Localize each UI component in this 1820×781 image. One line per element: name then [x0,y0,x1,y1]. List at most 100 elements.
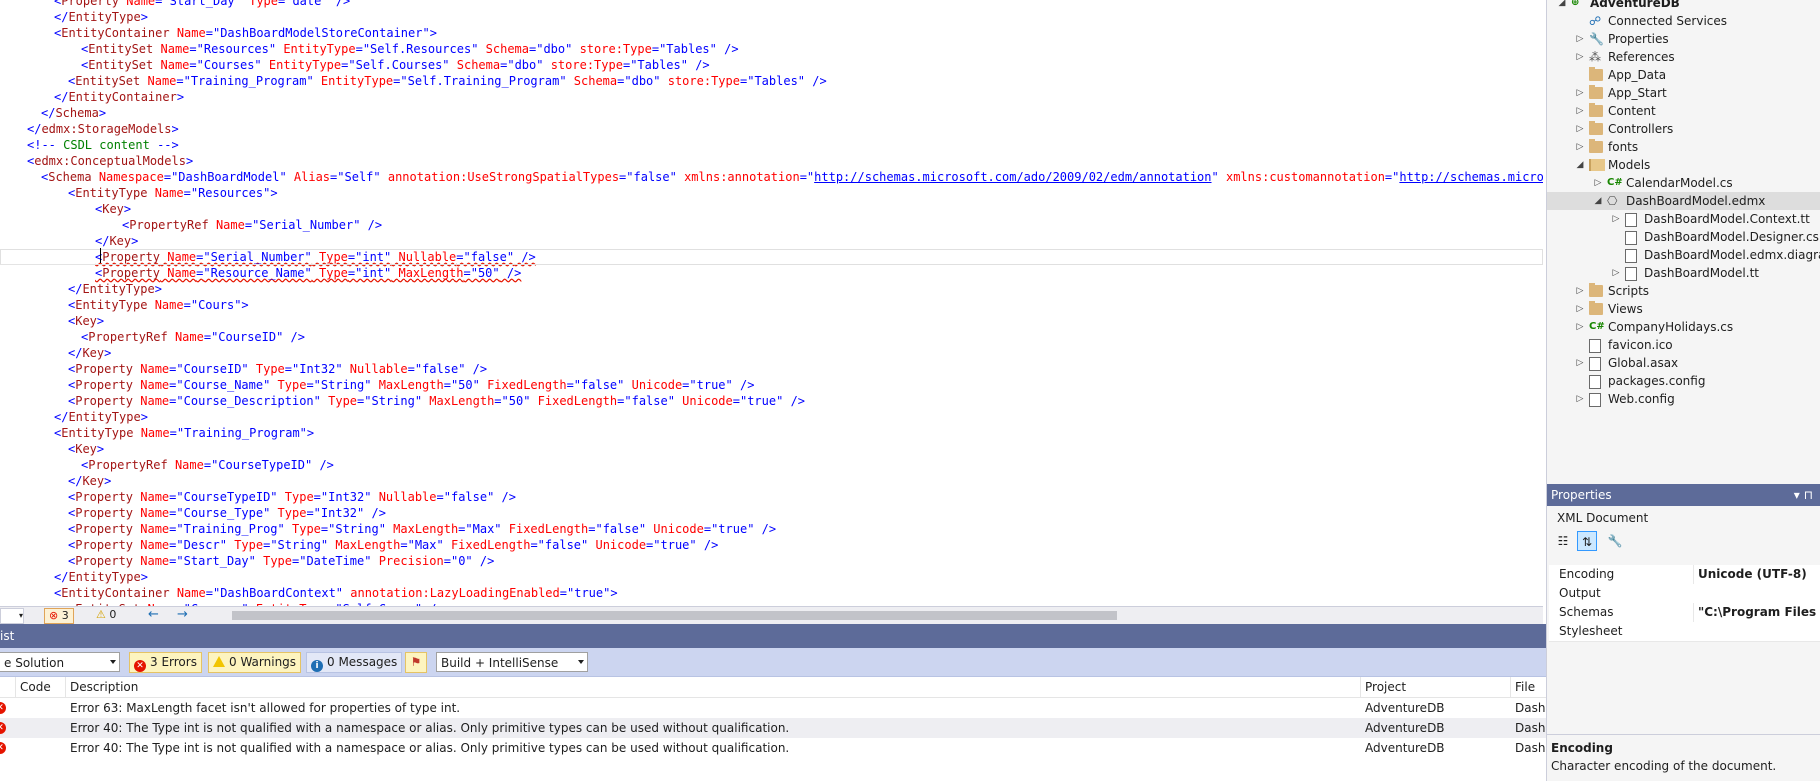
pin-icon[interactable]: ▾ ⊓ [1794,484,1813,506]
code-line[interactable]: <PropertyRef Name="CourseTypeID" /> [0,457,1543,473]
warning-indicator[interactable]: ⚠ 0 [96,608,116,622]
messages-filter-button[interactable]: i 0 Messages [306,652,403,673]
code-line[interactable]: <Key> [0,201,1543,217]
alphabetical-icon[interactable]: ⇅ [1577,531,1597,551]
code-line[interactable]: <Property Name="CourseTypeID" Type="Int3… [0,489,1543,505]
code-line[interactable]: <Property Name="Course_Description" Type… [0,393,1543,409]
collapsed-arrow-icon[interactable]: ▷ [1575,138,1585,156]
collapsed-arrow-icon[interactable]: ▷ [1575,120,1585,138]
code-line[interactable]: <EntityContainer Name="DashBoardContext"… [0,585,1543,601]
tree-item[interactable]: ◢ ⎔ DashBoardModel.edmx [1547,192,1820,210]
collapsed-arrow-icon[interactable]: ▷ [1575,282,1585,300]
code-line[interactable]: </Key> [0,473,1543,489]
tree-item[interactable]: ▷ Controllers [1547,120,1820,138]
scope-dropdown[interactable]: e Solution [0,652,120,672]
property-row[interactable]: Schemas "C:\Program Files (x86)\ [1549,603,1820,623]
warnings-filter-button[interactable]: 0 Warnings [208,652,302,673]
code-line[interactable]: <Property Name="CourseID" Type="Int32" N… [0,361,1543,377]
code-line[interactable]: <Property Name="Descr" Type="String" Max… [0,537,1543,553]
tree-item[interactable]: ▷ fonts [1547,138,1820,156]
collapsed-arrow-icon[interactable]: ▷ [1575,48,1585,66]
code-line[interactable]: <EntitySet Name="Training_Program" Entit… [0,73,1543,89]
code-line[interactable]: </EntityType> [0,281,1543,297]
tree-item[interactable]: ▷ ⁂ References [1547,48,1820,66]
code-line[interactable]: <Key> [0,441,1543,457]
code-line[interactable]: <EntityContainer Name="DashBoardModelSto… [0,25,1543,41]
code-line[interactable]: <Property Name="Course_Name" Type="Strin… [0,377,1543,393]
collapsed-arrow-icon[interactable]: ▷ [1575,30,1585,48]
collapsed-arrow-icon[interactable]: ▷ [1575,354,1585,372]
tree-item[interactable]: ▷ C# CompanyHolidays.cs [1547,318,1820,336]
error-row[interactable]: ✕ Error 40: The Type int is not qualified… [0,738,1546,758]
navigate-forward-icon[interactable]: → [177,607,188,623]
code-line[interactable]: </EntityType> [0,569,1543,585]
code-line[interactable]: </edmx:StorageModels> [0,121,1543,137]
collapsed-arrow-icon[interactable]: ▷ [1575,102,1585,120]
column-header-code[interactable]: Code [16,677,66,697]
tree-item[interactable]: ▷ C# CalendarModel.cs [1547,174,1820,192]
horizontal-scroll-thumb[interactable] [232,611,1117,620]
property-row[interactable]: Encoding Unicode (UTF-8) [1549,565,1820,585]
tree-item[interactable]: App_Data [1547,66,1820,84]
code-line[interactable]: <EntitySet Name="Courses" EntityType="Se… [0,57,1543,73]
code-line[interactable]: <Property Name="Training_Prog" Type="Str… [0,521,1543,537]
tree-item[interactable]: ▷ App_Start [1547,84,1820,102]
code-line[interactable]: <Property Name="Resource_Name" Type="int… [0,265,1543,281]
navigate-back-icon[interactable]: ← [148,607,159,623]
code-editor[interactable]: <Property Name="Start_Day" Type="date" /… [0,0,1543,606]
error-row[interactable]: ✕ Error 63: MaxLength facet isn't allowed… [0,698,1546,718]
tree-item[interactable]: ▷ Views [1547,300,1820,318]
code-line[interactable]: </Key> [0,345,1543,361]
tree-item[interactable]: favicon.ico [1547,336,1820,354]
code-token[interactable]: http://schemas.microsoft.com/ado/2013/11… [1399,170,1543,184]
code-line[interactable]: <Property Name="Course_Type" Type="Int32… [0,505,1543,521]
property-value[interactable]: Unicode (UTF-8) [1693,565,1820,584]
error-row[interactable]: ✕ Error 40: The Type int is not qualified… [0,718,1546,738]
expanded-arrow-icon[interactable]: ◢ [1575,156,1585,174]
tree-item[interactable]: ◢ ⊕ AdventureDB [1547,0,1820,12]
code-line[interactable]: <Property Name="Start_Day" Type="DateTim… [0,553,1543,569]
collapsed-arrow-icon[interactable]: ▷ [1575,300,1585,318]
code-line[interactable]: <EntityType Name="Cours"> [0,297,1543,313]
collapsed-arrow-icon[interactable]: ▷ [1593,174,1603,192]
tree-item[interactable]: ◢ Models [1547,156,1820,174]
column-header-project[interactable]: Project [1361,677,1511,697]
code-line[interactable]: </Key> [0,233,1543,249]
property-row[interactable]: Stylesheet [1549,622,1820,642]
code-line[interactable]: <EntityType Name="Resources"> [0,185,1543,201]
code-line[interactable]: <edmx:ConceptualModels> [0,153,1543,169]
code-line[interactable]: </Schema> [0,105,1543,121]
horizontal-scrollbar[interactable] [232,611,1117,620]
tree-item[interactable]: DashBoardModel.Designer.cs [1547,228,1820,246]
code-line[interactable]: <PropertyRef Name="Serial_Number" /> [0,217,1543,233]
code-line[interactable]: <Schema Namespace="DashBoardModel" Alias… [0,169,1543,185]
code-line[interactable]: </EntityContainer> [0,89,1543,105]
tree-item[interactable]: ▷ Content [1547,102,1820,120]
collapsed-arrow-icon[interactable]: ▷ [1611,210,1621,228]
collapsed-arrow-icon[interactable]: ▷ [1575,318,1585,336]
column-sort-handle[interactable] [0,677,16,697]
expanded-arrow-icon[interactable]: ◢ [1557,0,1567,12]
code-line[interactable]: <Property Name="Serial_Number" Type="int… [0,249,1543,265]
tree-item[interactable]: ▷ Scripts [1547,282,1820,300]
property-row[interactable]: Output [1549,584,1820,604]
tree-item[interactable]: packages.config [1547,372,1820,390]
code-line[interactable]: <!-- CSDL content --> [0,137,1543,153]
zoom-dropdown[interactable]: ▾ [0,608,24,624]
properties-object-selector[interactable]: XML Document [1551,508,1817,528]
tree-item[interactable]: ▷ Global.asax [1547,354,1820,372]
collapsed-arrow-icon[interactable]: ▷ [1575,390,1585,408]
code-line[interactable]: </EntityType> [0,9,1543,25]
column-header-description[interactable]: Description [66,677,1361,697]
code-line[interactable]: <Property Name="Start_Day" Type="date" /… [0,0,1543,9]
collapsed-arrow-icon[interactable]: ▷ [1611,264,1621,282]
property-pages-icon[interactable]: 🔧 [1605,531,1625,551]
tree-item[interactable]: ▷ Web.config [1547,390,1820,408]
build-scope-dropdown[interactable]: Build + IntelliSense [436,652,588,672]
tree-item[interactable]: ▷ DashBoardModel.tt [1547,264,1820,282]
property-value[interactable]: "C:\Program Files (x86)\ [1693,603,1820,622]
filter-button[interactable]: ⚑ [405,652,427,673]
categorized-icon[interactable]: ☷ [1553,531,1573,551]
code-line[interactable]: </EntityType> [0,409,1543,425]
error-indicator[interactable]: ⊗ 3 [44,608,74,624]
